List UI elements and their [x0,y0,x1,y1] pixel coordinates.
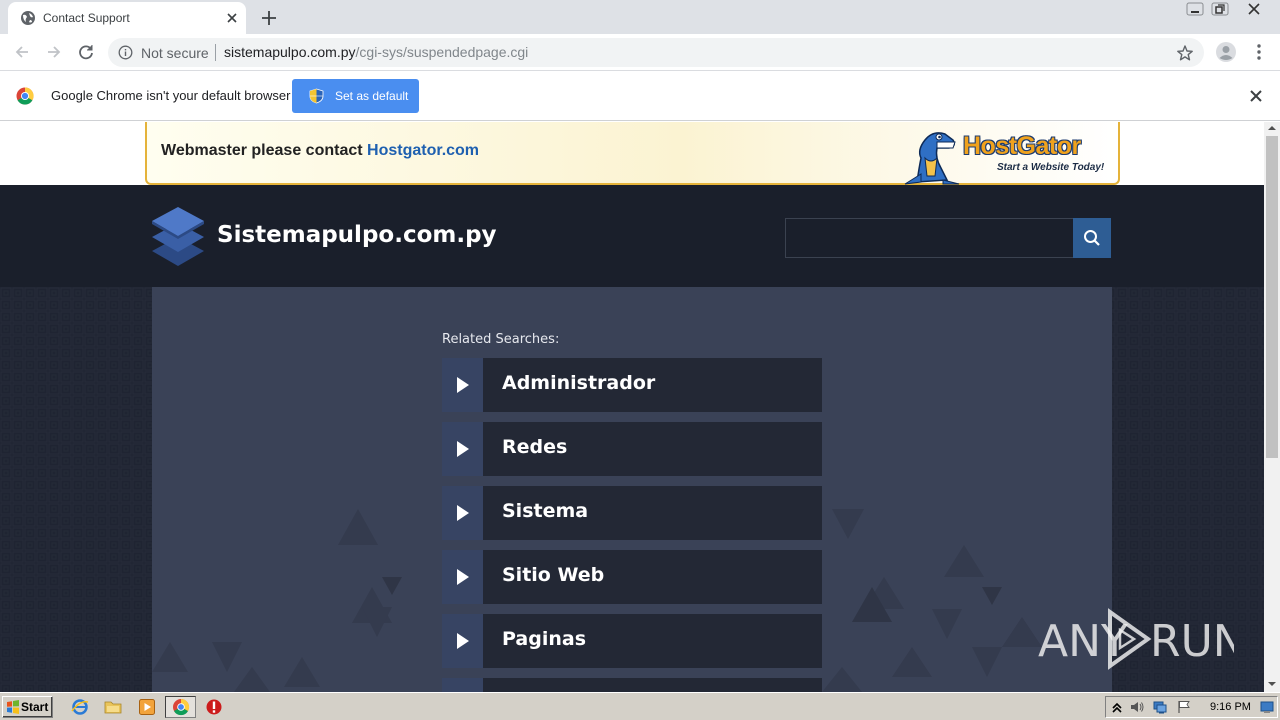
hostgator-banner[interactable]: Webmaster please contact Hostgator.com H… [145,122,1120,185]
related-item-label: Sitio Web [502,564,605,586]
scroll-down-icon[interactable] [1268,680,1276,688]
shield-icon [309,88,324,104]
related-item-sistema[interactable]: Sistema [442,486,822,540]
url-path: /cgi-sys/suspendedpage.cgi [355,44,529,60]
related-item-arrow-box [442,358,483,412]
anyrun-watermark: ANY RUN [1038,608,1234,670]
chrome-logo-icon [16,87,34,105]
forward-icon[interactable] [43,41,65,63]
folder-icon[interactable] [104,698,122,716]
banner-text: Webmaster please contact Hostgator.com [161,142,479,160]
minimize-icon[interactable] [1183,1,1207,17]
chrome-icon [173,698,190,716]
layers-logo-icon [152,207,204,266]
show-desktop-icon[interactable] [1260,700,1274,714]
url-host: sistemapulpo.com.py [224,44,356,60]
watermark-right-text: RUN [1150,616,1234,667]
related-item-arrow-box [442,486,483,540]
menu-icon[interactable] [1249,42,1269,62]
banner-message: Webmaster please contact [161,142,368,159]
opera-icon[interactable] [205,698,223,716]
play-arrow-icon [457,633,469,649]
site-title[interactable]: Sistemapulpo.com.py [217,222,497,248]
set-as-default-button[interactable]: Set as default [292,79,419,113]
omnibox-divider [215,44,216,61]
tab-contact-support[interactable]: Contact Support [8,2,246,34]
start-label: Start [21,700,49,714]
watermark-left-text: ANY [1038,616,1128,667]
url-text[interactable]: sistemapulpo.com.py/cgi-sys/suspendedpag… [224,44,528,60]
close-icon[interactable] [1248,88,1264,104]
related-item-arrow-box [442,614,483,668]
taskbar-chrome-button[interactable] [165,696,196,718]
default-browser-infobar: Google Chrome isn't your default browser… [0,71,1280,121]
info-icon[interactable] [118,45,133,60]
windows-flag-icon [7,700,19,714]
address-bar[interactable]: Not secure sistemapulpo.com.py/cgi-sys/s… [108,38,1204,67]
ie-icon[interactable] [71,698,89,716]
related-item-partial[interactable] [442,678,822,692]
play-arrow-icon [457,441,469,457]
page-scrollbar[interactable] [1264,122,1280,692]
play-arrow-icon [457,569,469,585]
related-searches-heading: Related Searches: [442,332,560,347]
tab-title: Contact Support [43,11,130,25]
related-item-label: Redes [502,436,568,458]
tab-strip: Contact Support [0,0,1280,34]
related-item-redes[interactable]: Redes [442,422,822,476]
reload-icon[interactable] [75,41,97,63]
play-arrow-icon [457,505,469,521]
plus-icon[interactable] [258,7,280,29]
media-player-icon[interactable] [138,698,156,716]
related-item-arrow-box [442,678,483,692]
hostgator-link[interactable]: Hostgator.com [367,142,479,159]
system-tray: 9:16 PM [1105,696,1278,718]
back-icon[interactable] [11,41,33,63]
scroll-thumb[interactable] [1266,136,1278,458]
browser-toolbar: Not secure sistemapulpo.com.py/cgi-sys/s… [0,34,1280,71]
infobar-message: Google Chrome isn't your default browser [51,88,291,103]
profile-icon[interactable] [1215,41,1237,63]
related-item-paginas[interactable]: Paginas [442,614,822,668]
related-item-label: Paginas [502,628,587,650]
globe-icon [21,11,35,25]
hostgator-wordmark: HostGator [963,132,1081,160]
flag-icon[interactable] [1177,700,1191,714]
hostgator-tagline: Start a Website Today! [997,162,1105,173]
close-icon[interactable] [224,10,240,26]
scroll-up-icon[interactable] [1268,124,1276,132]
related-item-label: Sistema [502,500,589,522]
gator-mascot-icon [904,132,960,185]
chevron-up-icon[interactable] [1110,700,1124,714]
start-button[interactable]: Start [2,696,53,718]
restore-icon[interactable] [1208,1,1232,17]
window-close-icon[interactable] [1242,1,1266,17]
related-item-administrador[interactable]: Administrador [442,358,822,412]
main-panel: Related Searches: Administrador Redes Si… [152,287,1112,692]
set-as-default-label: Set as default [335,89,409,103]
related-item-sitio-web[interactable]: Sitio Web [442,550,822,604]
search-button[interactable] [1073,218,1111,258]
related-item-arrow-box [442,422,483,476]
site-header: Sistemapulpo.com.py [0,185,1264,287]
speaker-icon[interactable] [1130,700,1144,714]
clock[interactable]: 9:16 PM [1210,701,1251,713]
related-item-label: Administrador [502,372,656,394]
play-arrow-icon [457,377,469,393]
search-input[interactable] [785,218,1074,258]
related-item-arrow-box [442,550,483,604]
security-status[interactable]: Not secure [141,45,209,61]
star-icon[interactable] [1176,44,1194,62]
network-icon[interactable] [1153,700,1167,714]
windows-taskbar: Start 9:16 PM [0,692,1280,720]
search-icon [1084,230,1100,246]
